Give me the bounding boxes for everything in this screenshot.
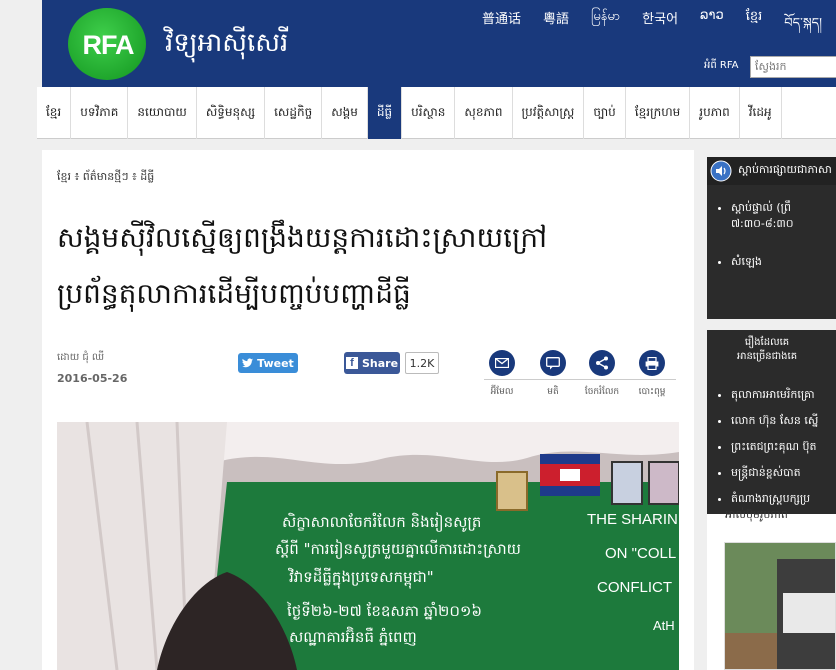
listen-live-label: ស្តាប់ផ្ទាល់ (ព្រឹ [731, 201, 791, 214]
headline-line-2: ប្រព័ន្ធតុលាការដើម្បីបញ្ចប់បញ្ហាដីធ្លី [57, 277, 411, 310]
nav-item-society[interactable]: សង្គម [322, 87, 368, 139]
share-label: Share [361, 356, 399, 370]
article-photo: សិក្ខាសាលាចែករំលែក និងរៀនសូត្រ ស្តីពី "ក… [57, 422, 679, 670]
comment-icon [546, 356, 560, 369]
listen-live-time: ៧:៣០-៨:៣០ [731, 217, 794, 230]
email-button[interactable] [489, 350, 515, 376]
toolbar-divider [484, 379, 676, 380]
most-read-item-1[interactable]: តុលាការអាមេរិកគ្រោ [731, 388, 818, 404]
banner-english-2: ON "COLL [605, 545, 676, 562]
twitter-bird-icon [242, 358, 254, 368]
banner-line-3: វិវាទដីធ្លីក្នុងប្រទេសកម្ពុជា" [288, 567, 434, 589]
site-title[interactable]: វិទ្យុអាស៊ីសេរី [165, 26, 288, 64]
breadcrumb[interactable]: ខ្មែរ ៖ ព័ត៌មានថ្មីៗ ៖ ដីធ្លី [57, 170, 154, 186]
banner-line-2: ស្តីពី "ការរៀនសូត្រមួយគ្នាលើការដោះស្រាយ [275, 539, 521, 559]
article-column: ខ្មែរ ៖ ព័ត៌មានថ្មីៗ ៖ ដីធ្លី សង្គមស៊ីវិ… [42, 150, 694, 670]
gallery-thumbnail-image [725, 543, 835, 669]
site-header: RFA វិទ្យុអាស៊ីសេរី 普通话 粵語 မြန်မာ 한국어 ລາ… [42, 0, 836, 87]
most-read-heading-1: រឿងដែលគេ [744, 337, 790, 348]
nav-item-video[interactable]: វីដេអូ [740, 87, 782, 139]
headline-line-1: សង្គមស៊ីវិលស្នើឲ្យពង្រឹងយន្តការដោះស្រាយក… [57, 221, 547, 254]
banner-line-4: ថ្ងៃទី២៦-២៧ ខែឧសភា ឆ្នាំ២០១៦ [286, 601, 482, 620]
share-count: 1.2K [405, 352, 439, 374]
nav-item-khmer[interactable]: ខ្មែរ [37, 87, 72, 139]
speaker-icon [710, 160, 732, 182]
gallery-heading[interactable]: អាល់ប៊ុមរូបភាព [725, 508, 788, 524]
banner-line-5: សណ្ឋាគារអ៊ិនធឺ ភ្នំពេញ [289, 626, 417, 646]
nav-item-analysis[interactable]: បទវិភាគ [71, 87, 129, 139]
rfa-logo[interactable]: RFA [68, 8, 146, 80]
lang-tibetan[interactable]: བོད་སྐད། [784, 8, 822, 45]
nav-item-politics[interactable]: នយោបាយ [128, 87, 197, 139]
lang-cantonese[interactable]: 粵語 [543, 8, 569, 45]
facebook-share-button[interactable]: f Share [344, 352, 400, 374]
most-read-heading: រឿងដែលគេ អានច្រើនជាងគេ [707, 336, 827, 364]
print-icon [645, 356, 659, 370]
nav-item-human-rights[interactable]: សិទ្ធិមនុស្ស [197, 87, 266, 139]
byline: ដោយ ជុំ ឈី [57, 352, 105, 363]
nav-item-photos[interactable]: រូបភាព [690, 87, 740, 139]
logo-text: RFA [82, 30, 135, 60]
page: RFA វិទ្យុអាស៊ីសេរី 普通话 粵語 မြန်မာ 한국어 ລາ… [0, 0, 836, 670]
print-label[interactable]: បោះពុម្ព [622, 386, 682, 399]
email-icon [495, 358, 509, 368]
banner-english-4: AtH [653, 618, 675, 633]
nav-item-law[interactable]: ច្បាប់ [584, 87, 626, 139]
nav-item-environment[interactable]: បរិស្ថាន [402, 87, 456, 139]
share-icon [596, 356, 608, 370]
listen-heading-text: ស្តាប់ការផ្សាយជាភាសា [738, 163, 832, 176]
banner-english-1: THE SHARIN [587, 511, 678, 528]
search-input[interactable]: ស្វែងរក [750, 56, 836, 78]
listen-live-item[interactable]: ស្តាប់ផ្ទាល់ (ព្រឹ៧:៣០-៨:៣០ [731, 201, 794, 233]
nav-item-land[interactable]: ដីធ្លី [367, 87, 403, 139]
listen-heading: ស្តាប់ការផ្សាយជាភាសា [707, 157, 836, 185]
gallery-thumbnail[interactable] [724, 542, 836, 670]
nav-item-history[interactable]: ប្រវត្តិសាស្ត្រ [513, 87, 585, 139]
most-read-item-2[interactable]: លោក ហ៊ុន សែន ស្នើ [731, 414, 818, 430]
main-nav: ខ្មែរ បទវិភាគ នយោបាយ សិទ្ធិមនុស្ស សេដ្ឋក… [37, 87, 836, 139]
share-button[interactable] [589, 350, 615, 376]
lang-khmer[interactable]: ខ្មែរ [746, 8, 763, 45]
publish-date: 2016-05-26 [57, 372, 128, 385]
facebook-icon: f [345, 357, 358, 369]
tweet-button[interactable]: Tweet [238, 353, 298, 373]
lang-korean[interactable]: 한국어 [642, 8, 678, 45]
article-headline: សង្គមស៊ីវិលស្នើឲ្យពង្រឹងយន្តការដោះស្រាយក… [57, 210, 657, 322]
comment-button[interactable] [540, 350, 566, 376]
lang-mandarin[interactable]: 普通话 [482, 8, 521, 45]
most-read-item-5[interactable]: តំណាងរាស្ត្របក្សប្រ [731, 492, 818, 508]
photo-scene: សិក្ខាសាលាចែករំលែក និងរៀនសូត្រ ស្តីពី "ក… [57, 422, 679, 670]
listen-box: ស្តាប់ការផ្សាយជាភាសា ស្តាប់ផ្ទាល់ (ព្រឹ៧… [707, 157, 836, 319]
print-button[interactable] [639, 350, 665, 376]
lang-burmese[interactable]: မြန်မာ [591, 8, 620, 45]
listen-audio-item[interactable]: សំឡេង [731, 255, 794, 271]
most-read-box: រឿងដែលគេ អានច្រើនជាងគេ តុលាការអាមេរិកគ្រ… [707, 330, 836, 514]
language-bar: 普通话 粵語 မြန်မာ 한국어 ລາວ ខ្មែរ བོད་སྐད། [482, 8, 836, 45]
most-read-item-4[interactable]: មន្ត្រីជាន់ខ្ពស់បាត [731, 466, 818, 482]
nav-item-economy[interactable]: សេដ្ឋកិច្ច [265, 87, 323, 139]
lang-lao[interactable]: ລາວ [700, 8, 724, 45]
nav-item-khmer-rouge[interactable]: ខ្មែរក្រហម [626, 87, 691, 139]
banner-line-1: សិក្ខាសាលាចែករំលែក និងរៀនសូត្រ [282, 512, 481, 532]
most-read-item-3[interactable]: ព្រះតេជព្រះគុណ ប៊ុត [731, 440, 818, 456]
banner-english-3: CONFLICT [597, 579, 672, 596]
most-read-heading-2: អានច្រើនជាងគេ [736, 351, 798, 362]
about-link[interactable]: អំពី RFA [704, 58, 739, 73]
tweet-label: Tweet [257, 356, 294, 370]
nav-item-health[interactable]: សុខភាព [455, 87, 513, 139]
